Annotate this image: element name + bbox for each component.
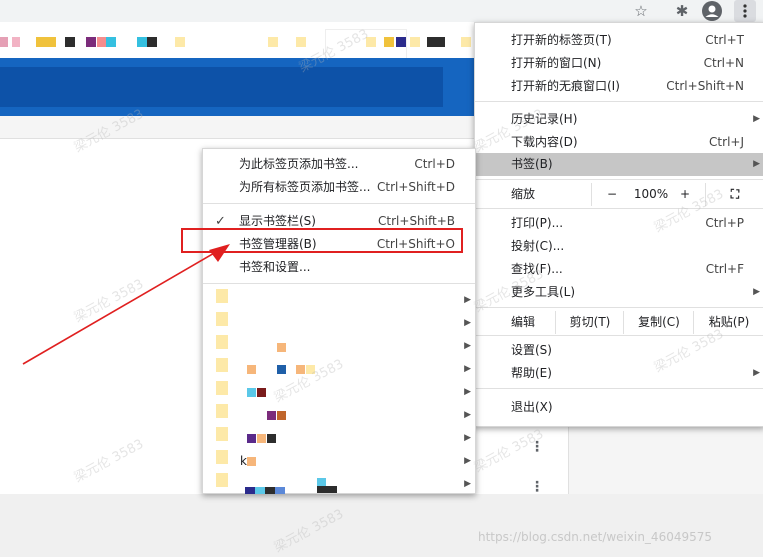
source-credit: https://blog.csdn.net/weixin_46049575 bbox=[478, 530, 713, 544]
annotation-arrow bbox=[22, 244, 230, 365]
